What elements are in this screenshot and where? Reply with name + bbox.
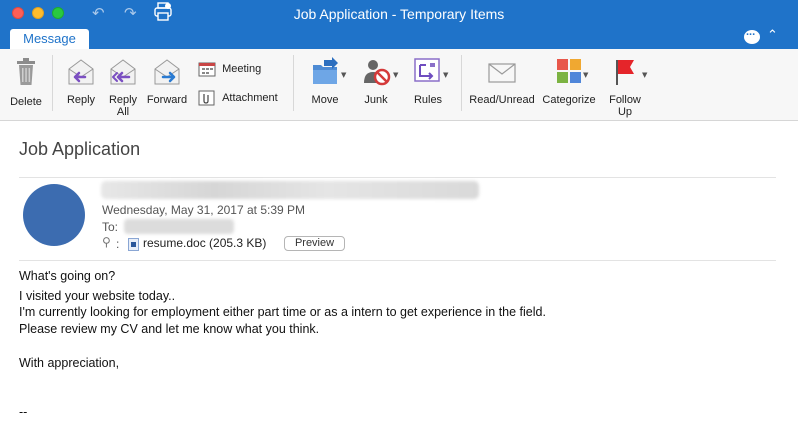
body-line: I'm currently looking for employment eit…: [19, 305, 546, 319]
reply-button[interactable]: Reply: [60, 57, 102, 106]
meeting-label: Meeting: [222, 63, 262, 75]
read-unread-button[interactable]: Read/Unread: [468, 57, 536, 106]
calendar-icon: [198, 62, 216, 77]
attachment-label: Attachment: [222, 92, 278, 104]
forward-icon: [154, 59, 180, 85]
rules-dropdown-icon[interactable]: ▼: [443, 71, 448, 79]
sender-name-redacted: [101, 181, 479, 199]
attachment-colon: :: [116, 237, 120, 251]
move-label: Move: [311, 94, 339, 106]
rules-button[interactable]: Rules: [407, 57, 449, 106]
divider: [19, 177, 776, 178]
feedback-icon[interactable]: [744, 26, 760, 44]
body-line: With appreciation,: [19, 356, 120, 370]
message-date: Wednesday, May 31, 2017 at 5:39 PM: [102, 203, 306, 217]
reply-label: Reply: [66, 94, 96, 106]
forward-button[interactable]: Forward: [145, 57, 189, 106]
follow-up-label-line1: Follow: [609, 94, 641, 106]
forward-label: Forward: [146, 94, 188, 106]
follow-up-button[interactable]: Follow Up: [604, 57, 646, 118]
trash-icon: [17, 58, 35, 85]
message-subject: Job Application: [19, 139, 141, 159]
attachment-button[interactable]: Attachment: [198, 90, 288, 106]
rules-label: Rules: [413, 94, 443, 106]
tab-message[interactable]: Message: [10, 29, 89, 49]
reply-all-button[interactable]: Reply All: [103, 57, 143, 118]
window-title: Job Application - Temporary Items: [293, 6, 505, 22]
to-label: To:: [102, 220, 119, 234]
body-line: I visited your website today..: [19, 289, 176, 303]
follow-up-dropdown-icon[interactable]: ▼: [642, 71, 647, 79]
categorize-icon: [557, 59, 581, 83]
meeting-button[interactable]: Meeting: [198, 61, 268, 77]
divider: [19, 260, 776, 261]
body-line: What's going on?: [19, 269, 116, 283]
flag-icon: [616, 60, 634, 85]
attachment-name[interactable]: resume.doc (205.3 KB): [143, 236, 266, 250]
reply-icon: [68, 59, 94, 85]
recipient-redacted: [124, 219, 234, 234]
word-document-icon: [128, 238, 139, 251]
delete-label: Delete: [10, 96, 42, 108]
junk-icon: [364, 60, 391, 86]
reply-all-icon: [110, 59, 136, 85]
body-line: Please review my CV and let me know what…: [19, 322, 320, 336]
categorize-dropdown-icon[interactable]: ▼: [583, 71, 588, 79]
envelope-icon: [488, 63, 516, 83]
junk-label: Junk: [364, 94, 388, 106]
delete-button[interactable]: Delete: [6, 57, 46, 108]
paperclip-icon: ⚲: [102, 235, 111, 249]
title-bar: ↶ ↷ Job Application - Temporary Items: [0, 0, 798, 27]
move-button[interactable]: Move: [305, 57, 345, 106]
junk-dropdown-icon[interactable]: ▼: [393, 71, 398, 79]
move-folder-icon: [313, 57, 338, 84]
move-dropdown-icon[interactable]: ▼: [341, 71, 346, 79]
rules-icon: [414, 58, 440, 82]
categorize-button[interactable]: Categorize: [540, 57, 598, 106]
ribbon-toolbar: Delete Reply Reply All Forward Meeting A…: [0, 49, 798, 121]
ribbon-separator: [461, 55, 462, 111]
categorize-label: Categorize: [542, 94, 596, 106]
preview-button[interactable]: Preview: [284, 236, 345, 251]
reply-all-label-line1: Reply: [108, 94, 138, 106]
junk-button[interactable]: Junk: [356, 57, 396, 106]
reply-all-label-line2: All: [116, 106, 130, 118]
paperclip-icon: [198, 90, 215, 106]
ribbon-separator: [52, 55, 53, 111]
collapse-ribbon-icon[interactable]: ⌃: [767, 28, 778, 43]
sender-avatar[interactable]: [23, 184, 85, 246]
follow-up-label-line2: Up: [617, 106, 633, 118]
read-unread-label: Read/Unread: [469, 94, 535, 106]
ribbon-tab-strip: Message ⌃: [0, 26, 798, 49]
ribbon-separator: [293, 55, 294, 111]
signature-separator: --: [19, 405, 28, 419]
